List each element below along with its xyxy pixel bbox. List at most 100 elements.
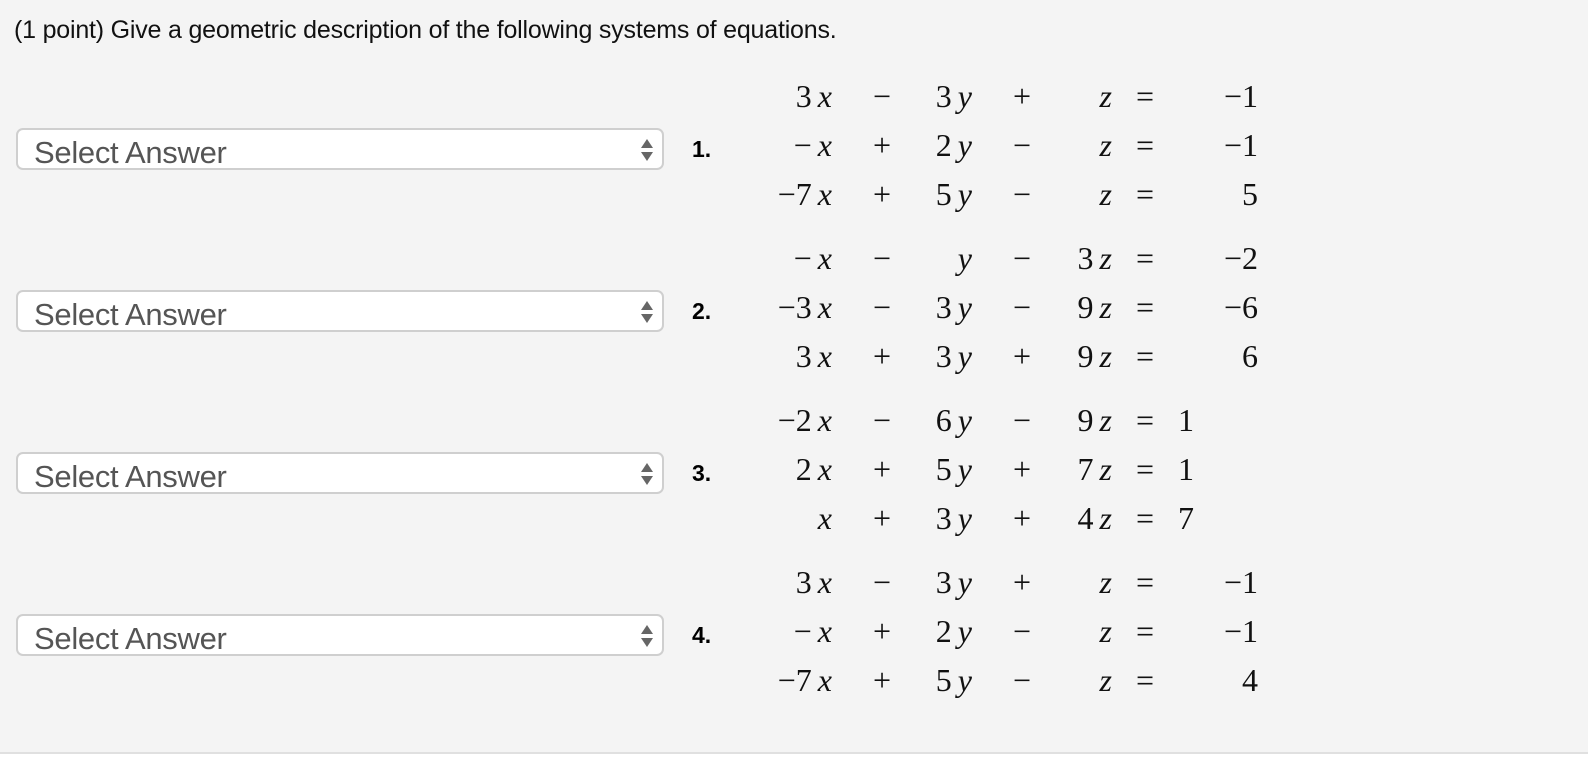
x-coefficient: −	[793, 613, 812, 649]
x-term: 2x	[750, 445, 832, 494]
x-coefficient: 3	[795, 564, 812, 600]
equation-system: 3 x −3 y + z = −1− x +2 y − z = −1 −7 x +5 y − z = 4	[750, 558, 1258, 705]
equation-row: −7 x +5 y − z = 5	[750, 170, 1258, 219]
operator: −	[872, 564, 892, 600]
operator: +	[872, 451, 892, 487]
x-variable: x	[817, 127, 832, 163]
up-down-arrows-icon	[641, 625, 653, 647]
equals-sign: =	[1135, 289, 1155, 325]
x-term: 3x	[750, 72, 832, 121]
x-term: −3 x	[750, 283, 832, 332]
equals-sign: =	[1135, 240, 1155, 276]
x-coefficient: −7	[777, 176, 812, 212]
z-variable: z	[1099, 500, 1112, 536]
answer-select-1[interactable]: Select Answer	[16, 128, 664, 170]
problem-prompt: (1 point) Give a geometric description o…	[14, 16, 837, 44]
x-coefficient: −	[793, 240, 812, 276]
z-term: z	[1072, 607, 1112, 656]
x-term: 3x	[750, 332, 832, 381]
problem-number: 2.	[692, 298, 712, 324]
operator: +	[1012, 78, 1032, 114]
z-coefficient: 9	[1077, 402, 1094, 438]
operator: −	[1012, 613, 1032, 649]
equation-row: −2 x − 6 y − 9 z = 1	[750, 396, 1258, 445]
operator: +	[872, 176, 892, 212]
x-term: 3x	[750, 558, 832, 607]
operator: +	[872, 613, 892, 649]
y-coefficient: 3	[935, 78, 952, 114]
answer-select-value: Select Answer	[34, 297, 227, 332]
y-coefficient: 3	[935, 500, 952, 536]
operator: +	[1012, 451, 1032, 487]
z-term: 9z	[1072, 396, 1112, 445]
operator: −	[1012, 240, 1032, 276]
equation-row: − x +2 y − z = −1	[750, 607, 1258, 656]
x-coefficient: −	[793, 127, 812, 163]
y-coefficient: 6	[935, 402, 952, 438]
z-coefficient: 7	[1077, 451, 1094, 487]
z-variable: z	[1099, 338, 1112, 374]
y-coefficient: 5	[935, 176, 952, 212]
z-term: z	[1072, 72, 1112, 121]
x-coefficient: 2	[795, 451, 812, 487]
z-variable: z	[1099, 289, 1112, 325]
y-term: 3y	[932, 72, 972, 121]
x-variable: x	[817, 662, 832, 698]
z-variable: z	[1099, 564, 1112, 600]
answer-select-4[interactable]: Select Answer	[16, 614, 664, 656]
y-variable: y	[957, 564, 972, 600]
x-variable: x	[817, 402, 832, 438]
y-coefficient: 3	[935, 289, 952, 325]
equals-sign: =	[1135, 127, 1155, 163]
y-variable: y	[957, 500, 972, 536]
up-down-arrows-icon	[641, 301, 653, 323]
y-variable: y	[957, 451, 972, 487]
operator: −	[1012, 402, 1032, 438]
equation-system: 3 x −3 y + z = −1− x +2 y − z = −1 −7 x +5 y − z = 5	[750, 72, 1258, 219]
operator: +	[1012, 564, 1032, 600]
equation-row: 2 x +5 y +7 z = 1	[750, 445, 1258, 494]
up-down-arrows-icon	[641, 139, 653, 161]
x-term: −7 x	[750, 170, 832, 219]
equals-sign: =	[1135, 613, 1155, 649]
problem-1: Select Answer 1. 3 x −3 y + z = −1− x +2 y − z = −1 −7 x +5…	[0, 64, 1588, 224]
x-term: x	[750, 494, 832, 543]
y-term: 3y	[932, 558, 972, 607]
z-term: 9z	[1072, 283, 1112, 332]
y-coefficient: 2	[935, 127, 952, 163]
x-term: −2 x	[750, 396, 832, 445]
answer-select-value: Select Answer	[34, 621, 227, 656]
equals-sign: =	[1135, 78, 1155, 114]
y-coefficient: 5	[935, 662, 952, 698]
x-variable: x	[817, 500, 832, 536]
right-hand-side: 4	[1242, 662, 1258, 698]
answer-select-2[interactable]: Select Answer	[16, 290, 664, 332]
y-variable: y	[957, 240, 972, 276]
x-variable: x	[817, 78, 832, 114]
equation-row: 3 x −3 y + z = −1	[750, 558, 1258, 607]
y-term: 6y	[932, 396, 972, 445]
operator: −	[1012, 176, 1032, 212]
operator: −	[872, 402, 892, 438]
right-hand-side: −6	[1223, 289, 1258, 325]
operator: +	[872, 662, 892, 698]
x-coefficient: −7	[777, 662, 812, 698]
answer-select-3[interactable]: Select Answer	[16, 452, 664, 494]
z-term: z	[1072, 121, 1112, 170]
z-variable: z	[1099, 240, 1112, 276]
z-term: z	[1072, 656, 1112, 705]
z-coefficient: 4	[1077, 500, 1094, 536]
y-term: 3y	[932, 494, 972, 543]
z-coefficient: 3	[1077, 240, 1094, 276]
y-variable: y	[957, 613, 972, 649]
y-term: 3y	[932, 332, 972, 381]
x-term: −7 x	[750, 656, 832, 705]
operator: −	[1012, 289, 1032, 325]
x-term: − x	[750, 121, 832, 170]
right-hand-side: −2	[1223, 240, 1258, 276]
x-variable: x	[817, 451, 832, 487]
y-term: 3y	[932, 283, 972, 332]
y-variable: y	[957, 127, 972, 163]
up-down-arrows-icon	[641, 463, 653, 485]
problem-3: Select Answer 3. −2 x −6 y −9 z = 1 2 x +5 y +7 z = 1 x +3 y…	[0, 388, 1588, 548]
